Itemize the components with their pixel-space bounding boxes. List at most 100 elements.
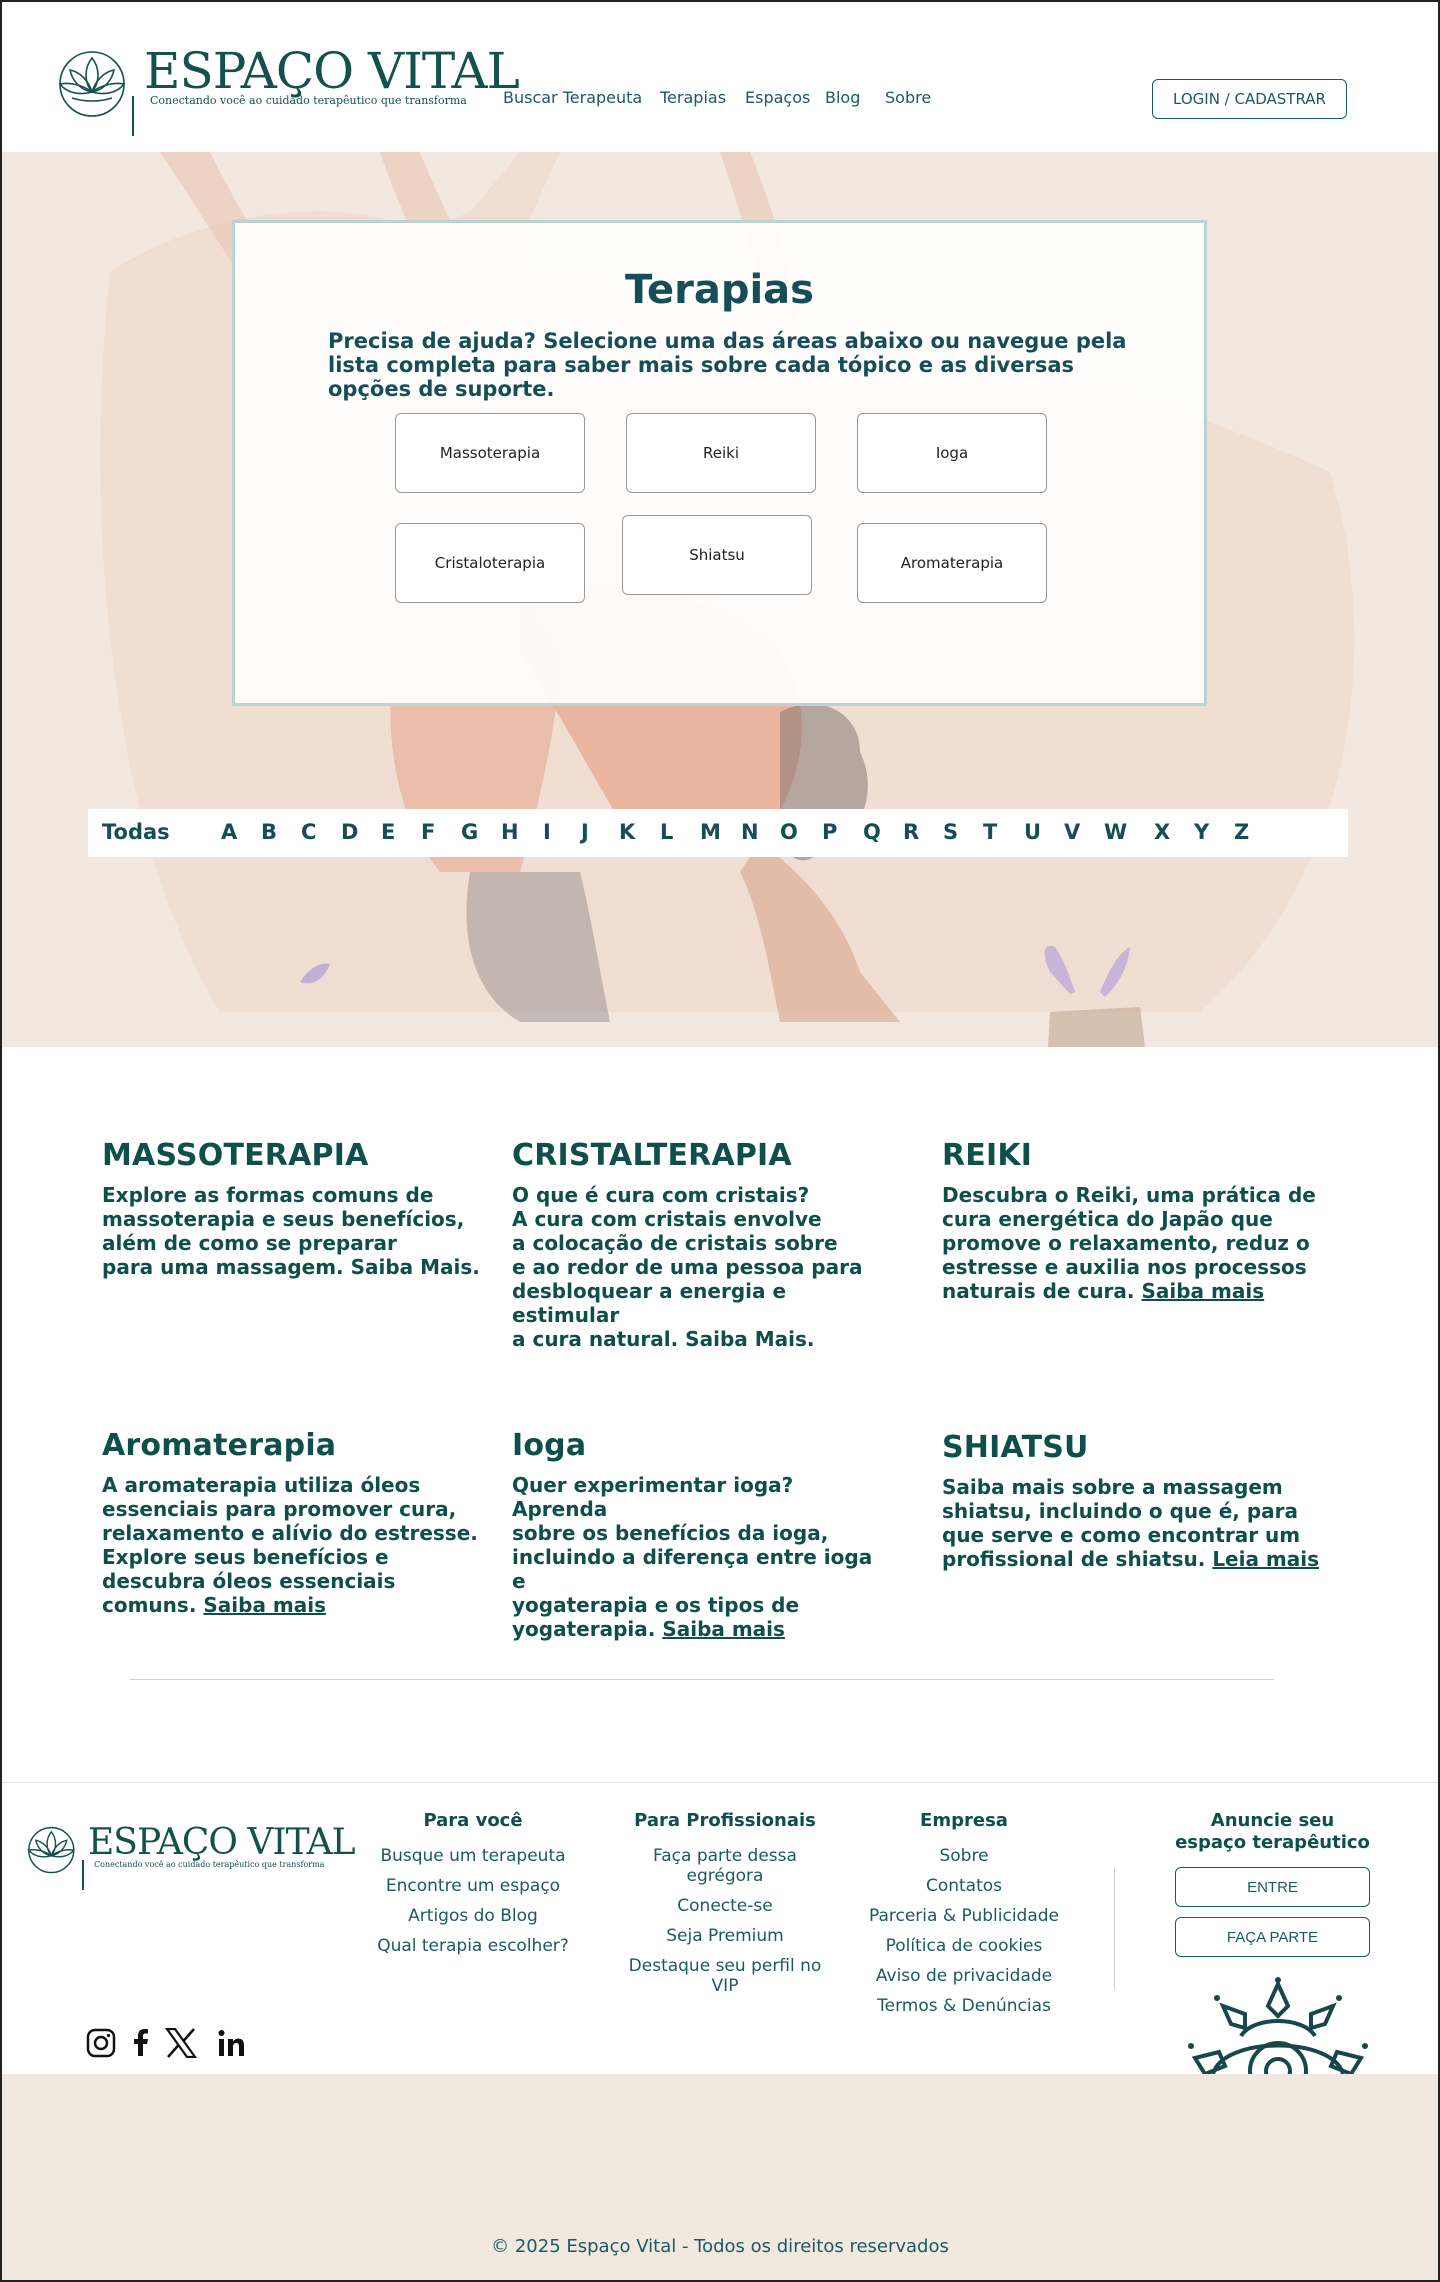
article-title[interactable]: Ioga — [512, 1428, 892, 1463]
footer-link-busque-terapeuta[interactable]: Busque um terapeuta — [363, 1846, 583, 1866]
tile-cristaloterapia[interactable]: Cristaloterapia — [395, 523, 585, 603]
article-aromaterapia: Aromaterapia A aromaterapia utiliza óleo… — [102, 1428, 482, 1617]
article-body: A aromaterapia utiliza óleos essenciais … — [102, 1473, 478, 1617]
footer-col-para-voce: Para você Busque um terapeuta Encontre u… — [363, 1810, 583, 1966]
filter-letter-x[interactable]: X — [1154, 820, 1170, 844]
article-body: Descubra o Reiki, uma prática de cura en… — [942, 1183, 1316, 1303]
therapies-card: Terapias Precisa de ajuda? Selecione uma… — [232, 220, 1207, 706]
filter-letter-q[interactable]: Q — [863, 820, 881, 844]
footer-logo[interactable]: ESPAÇO VITAL Conectando você ao cuidado … — [26, 1820, 356, 1890]
article-title[interactable]: REIKI — [942, 1138, 1322, 1173]
article-title[interactable]: CRISTALTERAPIA — [512, 1138, 892, 1173]
footer-col-profissionais: Para Profissionais Faça parte dessa egré… — [610, 1810, 840, 2006]
filter-letter-o[interactable]: O — [780, 820, 798, 844]
filter-letter-y[interactable]: Y — [1194, 820, 1209, 844]
tile-aromaterapia[interactable]: Aromaterapia — [857, 523, 1047, 603]
footer-link-termos[interactable]: Termos & Denúncias — [850, 1996, 1078, 2016]
article-body: Saiba mais sobre a massagem shiatsu, inc… — [942, 1475, 1320, 1571]
filter-letter-f[interactable]: F — [421, 820, 435, 844]
filter-letter-b[interactable]: B — [261, 820, 277, 844]
filter-all[interactable]: Todas — [102, 820, 170, 844]
footer-link-conecte-se[interactable]: Conecte-se — [610, 1896, 840, 1916]
nav-buscar-terapeuta[interactable]: Buscar Terapeuta — [503, 88, 642, 107]
filter-letter-n[interactable]: N — [741, 820, 759, 844]
filter-letter-z[interactable]: Z — [1234, 820, 1249, 844]
nav-sobre[interactable]: Sobre — [885, 88, 931, 107]
page-title: Terapias — [625, 267, 814, 313]
filter-letter-g[interactable]: G — [461, 820, 478, 844]
footer-link-sobre[interactable]: Sobre — [850, 1846, 1078, 1866]
tile-massoterapia[interactable]: Massoterapia — [395, 413, 585, 493]
tile-ioga[interactable]: Ioga — [857, 413, 1047, 493]
filter-letter-v[interactable]: V — [1064, 820, 1080, 844]
footer-col-title: Empresa — [920, 1810, 1008, 1831]
article-read-more-link[interactable]: Leia mais — [1212, 1547, 1319, 1571]
section-divider — [130, 1679, 1274, 1680]
footer-link-privacidade[interactable]: Aviso de privacidade — [850, 1966, 1078, 1986]
filter-letter-s[interactable]: S — [943, 820, 958, 844]
article-title[interactable]: Aromaterapia — [102, 1428, 482, 1463]
filter-letter-u[interactable]: U — [1024, 820, 1041, 844]
footer-col-title: Anuncie seu espaço terapêutico — [1175, 1810, 1370, 1853]
facebook-icon[interactable] — [132, 2028, 150, 2058]
filter-letter-e[interactable]: E — [381, 820, 395, 844]
filter-letter-d[interactable]: D — [341, 820, 358, 844]
login-button[interactable]: LOGIN / CADASTRAR — [1152, 79, 1347, 119]
filter-letter-j[interactable]: J — [581, 820, 589, 844]
footer-col-empresa: Empresa Sobre Contatos Parceria & Public… — [850, 1810, 1078, 2026]
article-body: Explore as formas comuns de massoterapia… — [102, 1183, 480, 1279]
filter-letter-w[interactable]: W — [1104, 820, 1127, 844]
linkedin-icon[interactable] — [217, 2028, 245, 2058]
logo-tagline: Conectando você ao cuidado terapêutico q… — [94, 1860, 325, 1869]
article-body: Quer experimentar ioga? Aprenda sobre os… — [512, 1473, 873, 1641]
footer-link-encontre-espaco[interactable]: Encontre um espaço — [363, 1876, 583, 1896]
copyright-text: © 2025 Espaço Vital - Todos os direitos … — [491, 2236, 949, 2257]
article-shiatsu: SHIATSU Saiba mais sobre a massagem shia… — [942, 1430, 1322, 1571]
mandala-icon — [1188, 1977, 1368, 2074]
enter-button[interactable]: ENTRE — [1175, 1867, 1370, 1907]
filter-letter-r[interactable]: R — [903, 820, 919, 844]
logo-divider — [82, 1860, 84, 1890]
article-read-more-link[interactable]: Saiba mais — [1141, 1279, 1264, 1303]
footer-col-title: Para você — [423, 1810, 523, 1831]
filter-letter-p[interactable]: P — [822, 820, 837, 844]
article-title[interactable]: MASSOTERAPIA — [102, 1138, 482, 1173]
footer-link-artigos-blog[interactable]: Artigos do Blog — [363, 1906, 583, 1926]
instagram-icon[interactable] — [86, 2028, 116, 2058]
article-title[interactable]: SHIATSU — [942, 1430, 1322, 1465]
footer-top-border — [0, 1782, 1440, 1783]
filter-letter-l[interactable]: L — [660, 820, 673, 844]
filter-letter-a[interactable]: A — [221, 820, 237, 844]
filter-letter-h[interactable]: H — [501, 820, 519, 844]
article-body: O que é cura com cristais? A cura com cr… — [512, 1183, 863, 1351]
footer-link-qual-terapia[interactable]: Qual terapia escolher? — [363, 1936, 583, 1956]
footer-link-contatos[interactable]: Contatos — [850, 1876, 1078, 1896]
filter-letter-k[interactable]: K — [619, 820, 635, 844]
x-icon[interactable] — [165, 2028, 197, 2058]
article-read-more-link[interactable]: Saiba mais — [203, 1593, 326, 1617]
nav-espacos[interactable]: Espaços — [745, 88, 810, 107]
article-reiki: REIKI Descubra o Reiki, uma prática de c… — [942, 1138, 1322, 1303]
footer-link-cookies[interactable]: Política de cookies — [850, 1936, 1078, 1956]
footer-bottom-band: © 2025 Espaço Vital - Todos os direitos … — [0, 2074, 1440, 2282]
footer-link-egregora[interactable]: Faça parte dessa egrégora — [610, 1846, 840, 1886]
filter-letter-m[interactable]: M — [700, 820, 721, 844]
filter-letter-i[interactable]: I — [543, 820, 551, 844]
footer-link-destaque-vip[interactable]: Destaque seu perfil no VIP — [610, 1956, 840, 1996]
join-button[interactable]: FAÇA PARTE — [1175, 1917, 1370, 1957]
nav-terapias[interactable]: Terapias — [660, 88, 726, 107]
tile-reiki[interactable]: Reiki — [626, 413, 816, 493]
footer-advertise: Anuncie seu espaço terapêutico — [1165, 1810, 1380, 1868]
filter-letter-t[interactable]: T — [983, 820, 997, 844]
alphabet-filter: Todas A B C D E F G H I J K L M N O P Q … — [88, 809, 1348, 857]
footer-link-parceria[interactable]: Parceria & Publicidade — [850, 1906, 1078, 1926]
footer-separator — [1114, 1868, 1115, 1990]
article-massoterapia: MASSOTERAPIA Explore as formas comuns de… — [102, 1138, 482, 1279]
help-text: Precisa de ajuda? Selecione uma das área… — [328, 329, 1127, 401]
article-read-more-link[interactable]: Saiba mais — [662, 1617, 785, 1641]
footer-link-seja-premium[interactable]: Seja Premium — [610, 1926, 840, 1946]
site-header: ESPAÇO VITAL Conectando você ao cuidado … — [0, 0, 1440, 152]
nav-blog[interactable]: Blog — [825, 88, 860, 107]
filter-letter-c[interactable]: C — [301, 820, 316, 844]
tile-shiatsu[interactable]: Shiatsu — [622, 515, 812, 595]
